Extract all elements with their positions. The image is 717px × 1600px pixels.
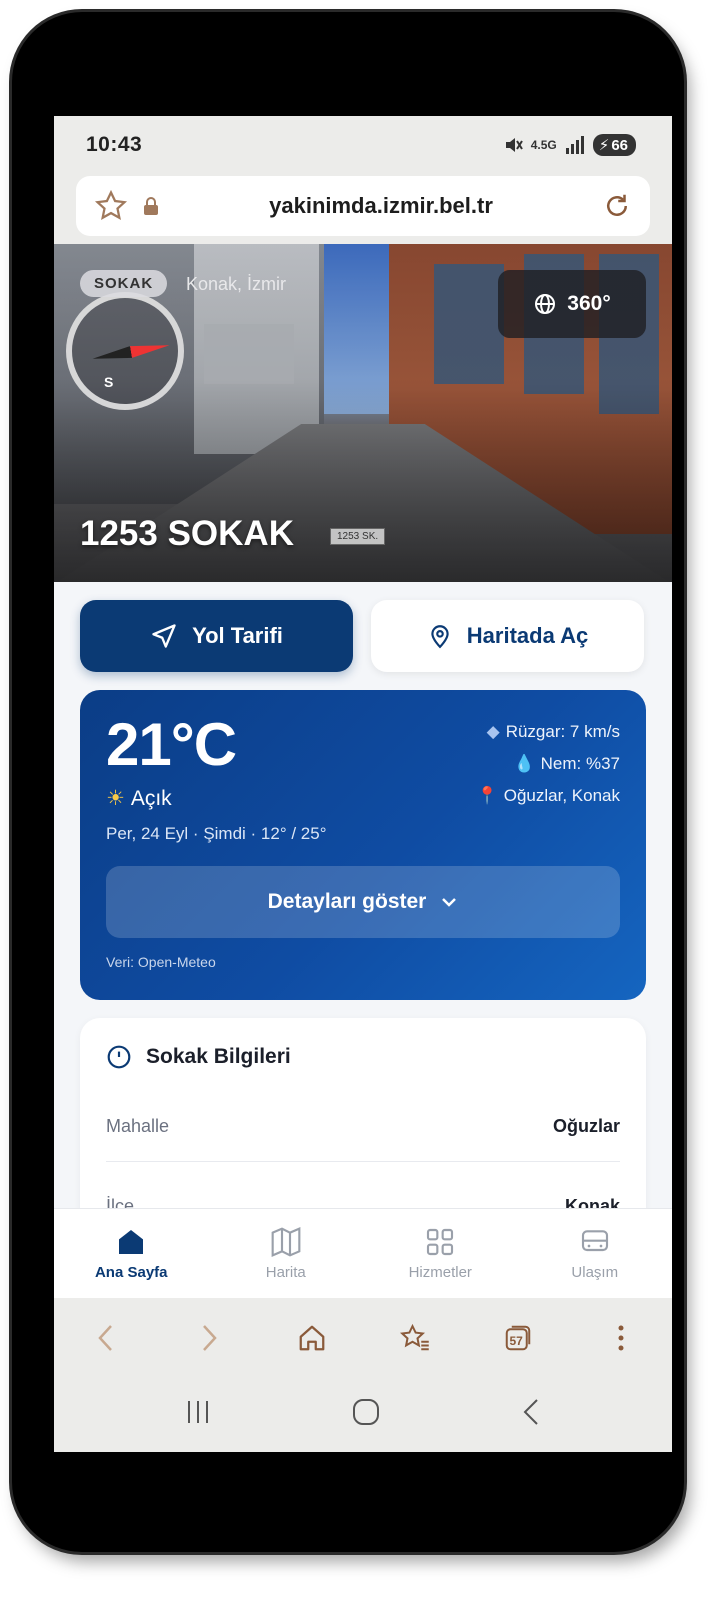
humidity-value: Nem: %37 <box>540 754 620 773</box>
battery-badge: ⚡ 66 <box>592 134 636 156</box>
map-icon <box>271 1227 301 1257</box>
wind-icon: ◆ <box>486 722 500 741</box>
street-type-badge: SOKAK <box>80 270 168 297</box>
show-details-button[interactable]: Detayları göster <box>106 866 620 938</box>
status-bar: 10:43 4.5G ⚡ 66 <box>54 116 672 174</box>
open-map-button[interactable]: Haritada Aç <box>371 600 644 672</box>
nav-home-label: Ana Sayfa <box>94 1264 168 1281</box>
weather-condition: ☀ Açık <box>106 786 172 811</box>
lock-icon <box>142 196 160 216</box>
nav-map[interactable]: Harita <box>209 1209 364 1298</box>
place-row: 📍 Oğuzlar, Konak <box>477 780 620 812</box>
weather-metrics: ◆ Rüzgar: 7 km/s 💧 Nem: %37 📍 Oğuzlar, K… <box>477 716 620 812</box>
map-pin-icon <box>431 625 449 649</box>
url-text[interactable]: yakinimda.izmir.bel.tr <box>160 193 602 219</box>
weather-source: Veri: Open-Meteo <box>106 954 216 970</box>
show-details-label: Detayları göster <box>267 890 427 913</box>
compass-label: S <box>104 374 114 390</box>
wind-row: ◆ Rüzgar: 7 km/s <box>477 716 620 748</box>
street-title: 1253 SOKAK <box>80 514 294 553</box>
nav-services[interactable]: Hizmetler <box>363 1209 518 1298</box>
network-label: 4.5G <box>530 138 557 152</box>
view-360-label: 360° <box>567 292 611 315</box>
street-info-title: Sokak Bilgileri <box>146 1045 291 1068</box>
wind-value: Rüzgar: 7 km/s <box>505 722 620 741</box>
street-info-header: Sokak Bilgileri <box>106 1044 620 1070</box>
weather-place: Oğuzlar, Konak <box>503 786 620 805</box>
browser-toolbar: 57 <box>54 1298 672 1378</box>
url-bar[interactable]: yakinimda.izmir.bel.tr <box>76 176 650 236</box>
bus-icon <box>581 1230 608 1252</box>
pushpin-icon: 📍 <box>476 786 498 805</box>
compass[interactable] <box>66 292 184 410</box>
bookmarks-star-icon[interactable] <box>390 1323 440 1353</box>
weather-temp: 21°C <box>106 711 237 778</box>
battery-level: 66 <box>611 136 628 154</box>
bookmark-star-icon[interactable] <box>94 189 128 223</box>
recent-apps-icon[interactable] <box>184 1399 212 1432</box>
street-view-hero[interactable]: S SOKAK Konak, İzmir 360° 1253 SK. 1253 … <box>54 244 672 582</box>
directions-button[interactable]: Yol Tarifi <box>80 600 353 672</box>
street-sign: 1253 SK. <box>330 528 386 545</box>
browser-home-icon[interactable] <box>287 1323 337 1353</box>
app-bottom-nav: Ana Sayfa Harita Hizmetler Ulaşım <box>54 1208 672 1298</box>
grid-icon <box>427 1228 454 1256</box>
chevron-down-icon <box>442 898 457 907</box>
info-clock-icon <box>107 1045 131 1069</box>
compass-needle <box>92 339 171 364</box>
nav-transport-label: Ulaşım <box>571 1264 619 1281</box>
hero-location: Konak, İzmir <box>186 274 287 294</box>
tabs-icon[interactable]: 57 <box>493 1323 543 1353</box>
navigation-arrow-icon <box>152 624 176 648</box>
nav-map-label: Harita <box>265 1264 306 1281</box>
reload-icon[interactable] <box>602 191 632 221</box>
info-row-key: Mahalle <box>106 1116 170 1136</box>
view-360-button[interactable]: 360° <box>498 270 646 338</box>
nav-transport[interactable]: Ulaşım <box>518 1209 673 1298</box>
humidity-row: 💧 Nem: %37 <box>477 748 620 780</box>
signal-icon <box>565 136 584 154</box>
more-menu-icon[interactable] <box>596 1323 646 1353</box>
forward-arrow-icon[interactable] <box>184 1323 234 1353</box>
open-map-label: Haritada Aç <box>466 623 589 648</box>
url-bar-area: yakinimda.izmir.bel.tr <box>54 174 672 244</box>
screen: 10:43 4.5G ⚡ 66 yakinimda.izmir.bel.tr S… <box>54 116 672 1452</box>
phone-frame: 10:43 4.5G ⚡ 66 yakinimda.izmir.bel.tr S… <box>12 12 684 1552</box>
system-back-icon[interactable] <box>520 1397 542 1434</box>
nav-home[interactable]: Ana Sayfa <box>54 1209 209 1298</box>
status-time: 10:43 <box>86 133 143 156</box>
info-row: Mahalle Oğuzlar <box>106 1116 620 1162</box>
system-nav-bar <box>54 1378 672 1452</box>
back-arrow-icon[interactable] <box>81 1323 131 1353</box>
droplet-icon: 💧 <box>513 754 535 773</box>
action-buttons: Yol Tarifi Haritada Aç <box>80 600 644 672</box>
sun-icon: ☀ <box>106 787 125 810</box>
weather-date-line: Per, 24 Eyl · Şimdi · 12° / 25° <box>106 824 327 843</box>
nav-services-label: Hizmetler <box>408 1264 472 1281</box>
info-row-value: Oğuzlar <box>552 1116 620 1136</box>
mute-icon <box>505 138 523 152</box>
charging-icon: ⚡ <box>598 137 610 154</box>
home-button-icon[interactable] <box>351 1397 381 1434</box>
home-icon <box>119 1230 144 1254</box>
weather-card: 21°C ☀ Açık Per, 24 Eyl · Şimdi · 12° / … <box>80 690 646 1000</box>
tabs-count: 57 <box>509 1334 523 1348</box>
directions-label: Yol Tarifi <box>192 623 283 648</box>
globe-icon <box>535 294 556 314</box>
status-icons: 4.5G ⚡ 66 <box>503 134 636 156</box>
weather-condition-label: Açık <box>130 786 172 810</box>
